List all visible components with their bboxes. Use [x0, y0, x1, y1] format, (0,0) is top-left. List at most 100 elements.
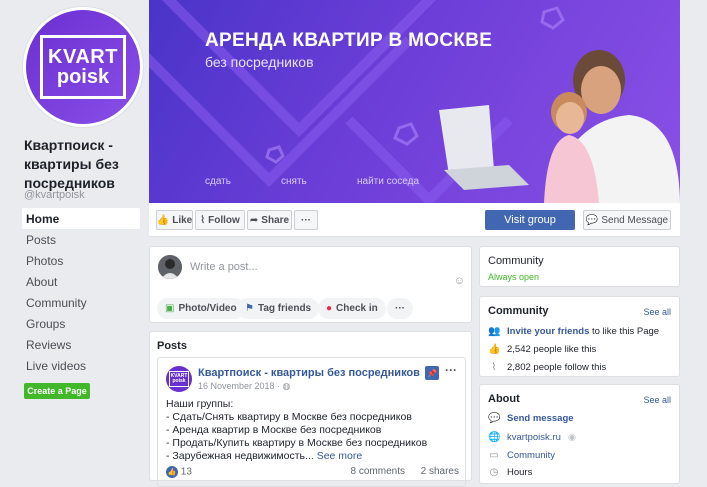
cover-subtitle: без посредников	[205, 54, 314, 70]
share-button[interactable]: ➦ Share	[247, 210, 292, 230]
always-open-status: Always open	[488, 272, 540, 282]
cover-link-find-roommate: найти соседа	[357, 176, 420, 187]
mini-logo: KVART poisk	[169, 371, 189, 387]
nav-item-home[interactable]: Home	[22, 208, 140, 229]
nav-item-about[interactable]: About	[22, 271, 140, 292]
likes-row: 👍 2,542 people like this	[488, 344, 596, 355]
check-in-label: Check in	[336, 303, 378, 314]
pin-icon: 📌	[425, 366, 439, 380]
cover-link-rent-out: сдать	[205, 176, 231, 187]
post-line: - Продать/Купить квартиру в Москве без п…	[166, 437, 428, 449]
post-line: - Аренда квартир в Москве без посреднико…	[166, 424, 382, 436]
messenger-icon: 💬	[488, 413, 501, 424]
check-in-button[interactable]: ● Check in	[318, 298, 386, 319]
share-label: Share	[261, 214, 290, 226]
like-count[interactable]: 13	[181, 467, 192, 478]
visit-group-button[interactable]: Visit group	[485, 210, 575, 230]
website-row: 🌐 kvartpoisk.ru ◉	[488, 432, 576, 443]
posts-header: Posts	[157, 340, 187, 352]
share-arrow-icon: ➦	[249, 214, 259, 226]
follow-label: Follow	[208, 214, 240, 226]
verified-dot-icon: ◉	[567, 432, 577, 443]
rss-icon: ⌇	[491, 362, 497, 373]
tag-friends-button[interactable]: ⚑ Tag friends	[237, 298, 320, 319]
post-line: - Сдать/Снять квартиру в Москве без поср…	[166, 411, 412, 423]
location-pin-icon: ●	[326, 303, 333, 314]
write-post-input[interactable]: Write a post...	[190, 261, 258, 273]
avatar-logo-bg: KVART poisk	[26, 10, 140, 124]
page-avatar[interactable]: KVART poisk	[22, 6, 144, 128]
send-message-button[interactable]: 💬 Send Message	[583, 210, 671, 230]
messenger-icon: 💬	[585, 214, 599, 226]
hours-row: ◷ Hours	[488, 467, 533, 478]
post-line: - Зарубежная недвижимость...	[166, 450, 314, 462]
page-action-bar: 👍 Like ⌇ Follow ➦ Share ··· Visit group 💬 Se…	[149, 203, 680, 237]
tag-friends-label: Tag friends	[257, 303, 312, 314]
send-message-row: 💬 Send message	[488, 413, 574, 424]
likes-count-text: 2,542 people like this	[507, 344, 597, 355]
like-reaction-icon: 👍	[166, 466, 178, 478]
cover-title: АРЕНДА КВАРТИР В МОСКВЕ	[205, 30, 493, 51]
user-avatar	[158, 255, 182, 279]
nav-item-community[interactable]: Community	[22, 292, 140, 313]
composer-more-button[interactable]: ···	[387, 298, 413, 319]
photo-icon: ▣	[165, 303, 175, 314]
send-message-label: Send Message	[601, 214, 669, 226]
globe-icon: 🌐	[488, 432, 501, 443]
tag-icon: ⚑	[245, 303, 254, 314]
like-label: Like	[172, 214, 193, 226]
thumbs-up-icon: 👍	[488, 344, 501, 355]
about-card: About See all 💬 Send message 🌐 kvartpois…	[479, 384, 680, 484]
post-author-name[interactable]: Квартпоиск - квартиры без посредников	[198, 367, 420, 379]
globe-icon: ◍	[282, 381, 291, 391]
community-card-title: Community	[488, 255, 544, 267]
nav-item-groups[interactable]: Groups	[22, 313, 140, 334]
see-more-link[interactable]: See more	[317, 450, 363, 462]
about-send-message-link[interactable]: Send message	[507, 413, 574, 424]
post-footer: 👍 13 8 comments 2 shares	[166, 466, 459, 478]
create-page-button[interactable]: Create a Page	[24, 383, 90, 399]
category-row: ▭ Community	[488, 450, 555, 461]
nav-item-photos[interactable]: Photos	[22, 250, 140, 271]
category-icon: ▭	[489, 450, 499, 461]
follows-row: ⌇ 2,802 people follow this	[488, 362, 607, 373]
shares-count[interactable]: 2 shares	[421, 466, 459, 477]
posts-section: Posts KVART poisk Квартпоиск - квартиры …	[149, 331, 472, 487]
post-line: Наши группы:	[166, 398, 234, 410]
post-author-avatar[interactable]: KVART poisk	[166, 366, 192, 392]
user-silhouette-icon	[158, 255, 182, 279]
post-date[interactable]: 16 November 2018 · ◍	[198, 381, 290, 392]
more-actions-button[interactable]: ···	[294, 210, 318, 230]
community-status-card: Community Always open	[479, 246, 680, 287]
page-title[interactable]: Квартпоиск - квартиры без посредников	[24, 136, 144, 193]
invite-friends-row: 👥 Invite your friends to like this Page	[488, 326, 659, 337]
cover-photo[interactable]: АРЕНДА КВАРТИР В МОСКВЕ без посредников …	[149, 0, 680, 203]
pinned-post: KVART poisk Квартпоиск - квартиры без по…	[157, 357, 466, 487]
community-title: Community	[488, 305, 549, 317]
nav-item-live-videos[interactable]: Live videos	[22, 355, 140, 376]
mini-logo-line2: poisk	[172, 378, 186, 384]
invite-friends-link[interactable]: Invite your friends	[507, 326, 589, 337]
website-link[interactable]: kvartpoisk.ru	[507, 432, 561, 443]
emoji-icon[interactable]: ☺	[454, 275, 465, 287]
follows-count-text: 2,802 people follow this	[507, 362, 607, 373]
thumbs-up-icon: 👍	[156, 214, 170, 226]
nav-item-posts[interactable]: Posts	[22, 229, 140, 250]
nav-item-reviews[interactable]: Reviews	[22, 334, 140, 355]
photo-video-button[interactable]: ▣ Photo/Video	[157, 298, 245, 319]
post-body: Наши группы: - Сдать/Снять квартиру в Мо…	[166, 398, 427, 463]
community-see-all-link[interactable]: See all	[643, 307, 671, 317]
comments-count[interactable]: 8 comments	[351, 466, 405, 477]
page-handle[interactable]: @kvartpoisk	[24, 189, 85, 201]
post-composer: Write a post... ☺ ▣ Photo/Video ⚑ Tag fr…	[149, 246, 472, 323]
category-link[interactable]: Community	[507, 450, 555, 461]
rss-icon: ⌇	[200, 214, 206, 226]
kvartpoisk-logo: KVART poisk	[40, 35, 126, 99]
about-see-all-link[interactable]: See all	[643, 395, 671, 405]
follow-button[interactable]: ⌇ Follow	[195, 210, 245, 230]
cover-link-rent: снять	[281, 176, 307, 187]
like-button[interactable]: 👍 Like	[156, 210, 193, 230]
about-title: About	[488, 393, 520, 405]
post-options-icon[interactable]: ···	[445, 363, 457, 377]
invite-friends-text: to like this Page	[589, 326, 660, 337]
